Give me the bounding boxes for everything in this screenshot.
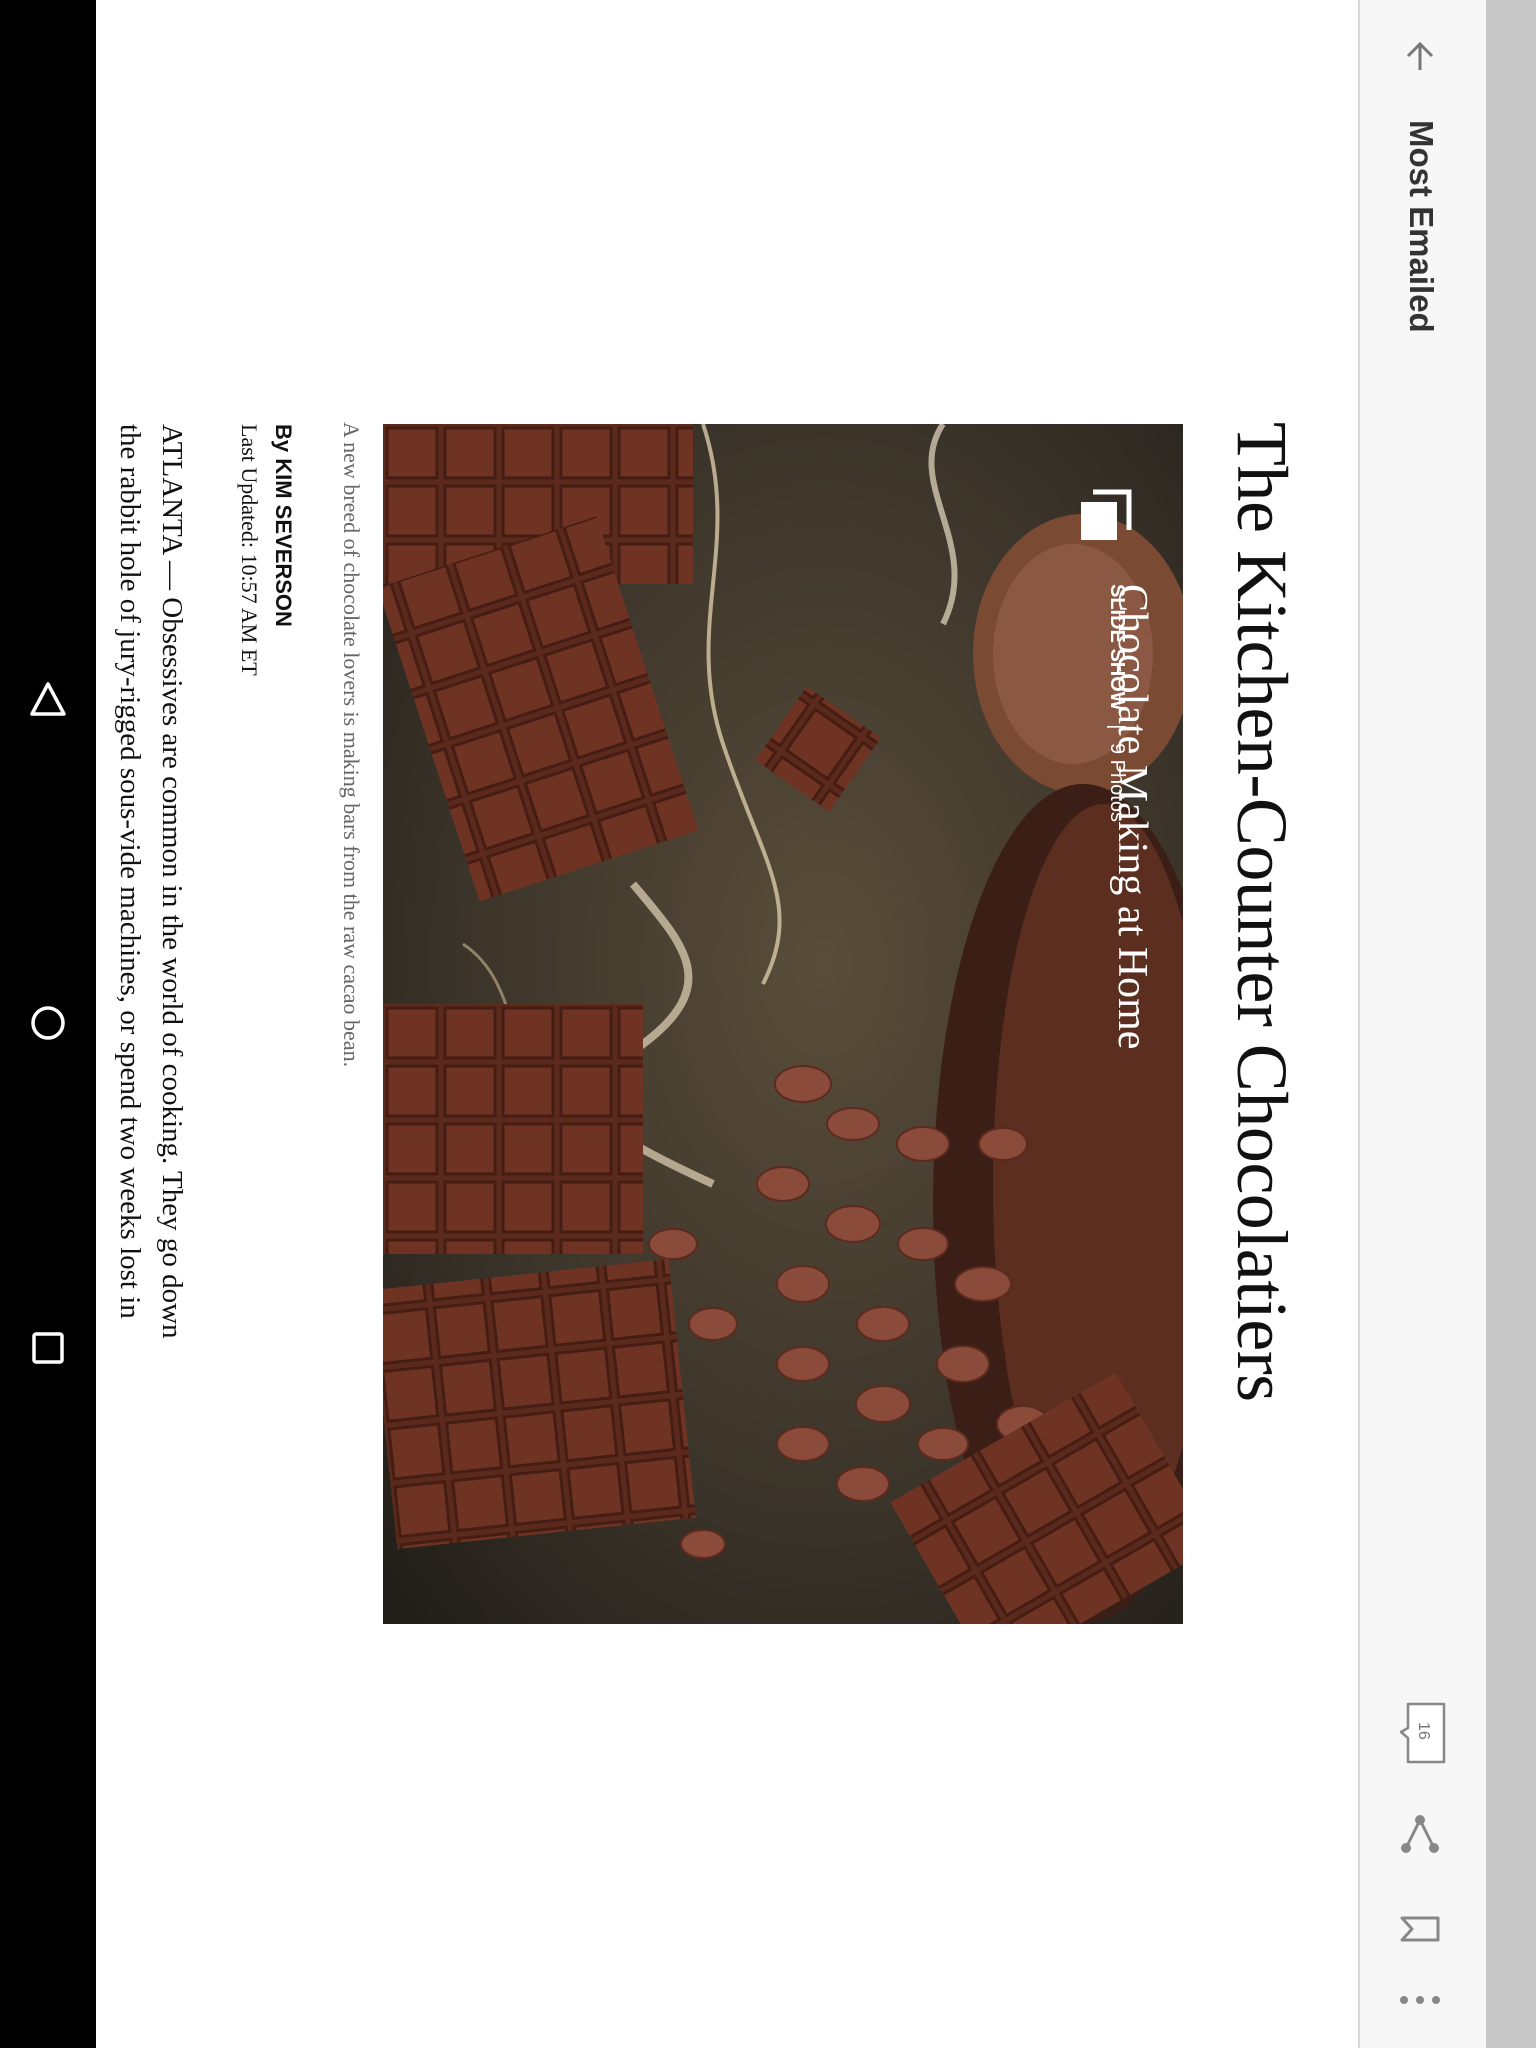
recents-square-icon[interactable] <box>18 1318 78 1378</box>
back-triangle-icon[interactable] <box>18 670 78 730</box>
body-paragraph-line: ATLANTA — Obsessives are common in the w… <box>156 424 188 1339</box>
comment-button[interactable]: 16 <box>1398 1700 1448 1766</box>
system-navigation-bar <box>0 0 96 2048</box>
share-icon[interactable] <box>1398 1812 1442 1856</box>
back-arrow-icon[interactable] <box>1400 36 1440 76</box>
scrollbar-track[interactable] <box>1486 0 1536 2048</box>
article-view[interactable]: The Kitchen-Counter Chocolatiers SLIDE S… <box>96 0 1358 2048</box>
body-paragraph-line: the rabbit hole of jury-rigged sous-vide… <box>114 424 146 1319</box>
home-circle-icon[interactable] <box>18 993 78 1053</box>
comment-count: 16 <box>1415 1722 1432 1740</box>
slideshow-icon <box>1081 489 1132 540</box>
image-caption: A new breed of chocolate lovers is makin… <box>339 422 364 1068</box>
save-icon[interactable] <box>1398 1914 1442 1944</box>
slideshow-title[interactable]: Chocolate Making at Home <box>1108 584 1156 1049</box>
article-toolbar: Most Emailed 16 <box>1358 0 1486 2048</box>
more-icon[interactable] <box>1398 1994 1442 2006</box>
article-headline: The Kitchen-Counter Chocolatiers <box>1222 422 1302 1402</box>
section-title: Most Emailed <box>1403 120 1440 333</box>
chocolate-photo <box>383 424 1183 1624</box>
last-updated: Last Updated: 10:57 AM ET <box>237 424 262 676</box>
hero-image[interactable]: SLIDE SHOW | 9 Photos Chocolate Making a… <box>383 424 1183 1624</box>
byline: By KIM SEVERSON <box>271 424 296 627</box>
